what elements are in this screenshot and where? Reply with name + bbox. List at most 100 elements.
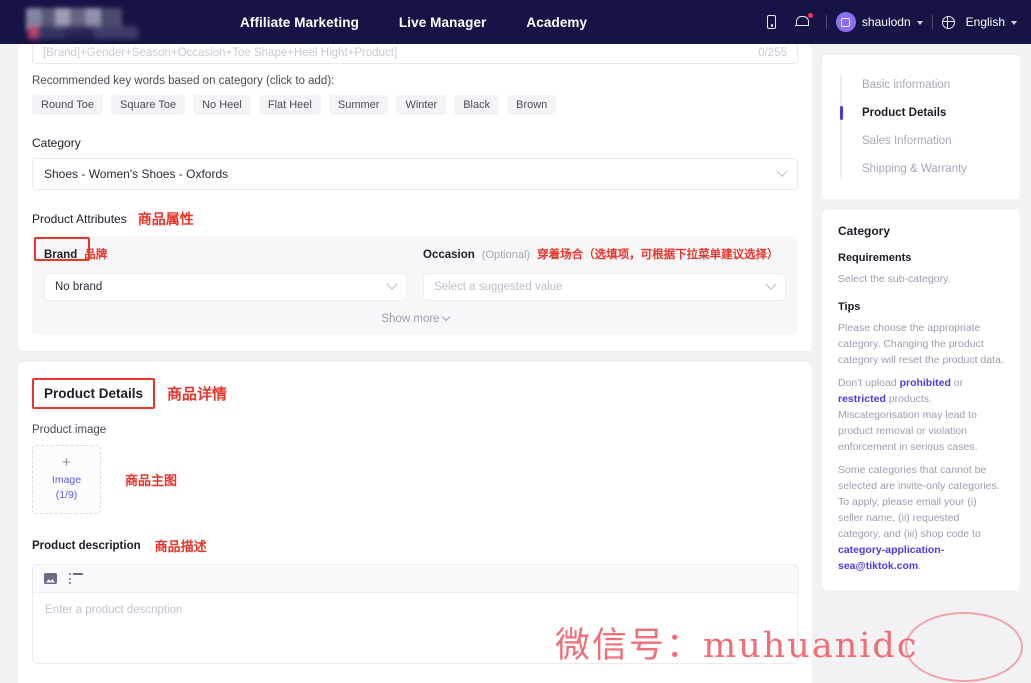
keyword-tag-black[interactable]: Black — [454, 95, 500, 115]
bulleted-list-icon[interactable] — [69, 572, 83, 585]
occasion-label-row: Occasion (Optional) 穿着场合（选填项，可根据下拉菜单建议选择… — [423, 246, 786, 266]
keyword-tag-round-toe[interactable]: Round Toe — [32, 95, 104, 115]
product-details-title: Product Details — [32, 378, 156, 409]
phone-icon — [767, 15, 777, 29]
nav-right-actions: shaulodn English — [757, 0, 1017, 44]
warning-prefix: Don't upload — [838, 377, 900, 389]
user-name-label: shaulodn — [861, 15, 911, 29]
product-description-annotation-cn: 商品描述 — [154, 539, 207, 554]
insert-image-icon[interactable] — [44, 573, 57, 584]
plus-icon: + — [62, 454, 71, 471]
avatar — [835, 12, 856, 32]
keyword-tag-summer[interactable]: Summer — [328, 95, 389, 115]
sidebar-item-shipping-warranty[interactable]: Shipping & Warranty — [840, 155, 1020, 183]
brand-select[interactable]: No brand — [44, 273, 407, 301]
keyword-tag-no-heel[interactable]: No Heel — [193, 95, 251, 115]
invite-period: . — [918, 560, 922, 572]
product-details-heading-row: Product Details 商品详情 — [32, 378, 798, 409]
prohibited-link[interactable]: prohibited — [900, 377, 951, 389]
occasion-select-placeholder: Select a suggested value — [434, 281, 563, 293]
attributes-grid: Brand 品牌 No brand Occasion (Optional) 穿着 — [44, 246, 786, 301]
sidebar-item-product-details[interactable]: Product Details — [840, 99, 1020, 127]
help-tips-text: Please choose the appropriate category. … — [838, 322, 1004, 366]
language-selector[interactable]: English — [941, 15, 1017, 29]
help-invite-text: Some categories that cannot be selected … — [838, 462, 1004, 574]
top-navigation-bar: Affiliate Marketing Live Manager Academy… — [0, 0, 1031, 44]
product-title-input[interactable]: [Brand]+Gender+Season+Occasion+Toe Shape… — [32, 42, 798, 64]
basic-information-card: [Brand]+Gender+Season+Occasion+Toe Shape… — [18, 42, 812, 351]
keyword-tag-square-toe[interactable]: Square Toe — [111, 95, 186, 115]
chevron-down-icon — [441, 312, 450, 322]
product-attributes-heading-row: Product Attributes 商品属性 — [32, 212, 798, 226]
keyword-tag-flat-heel[interactable]: Flat Heel — [258, 95, 321, 115]
occasion-attribute-field: Occasion (Optional) 穿着场合（选填项，可根据下拉菜单建议选择… — [423, 246, 786, 301]
recommended-keywords-label: Recommended key words based on category … — [32, 75, 335, 87]
product-description-label: Product description — [32, 539, 141, 552]
warning-mid: or — [950, 377, 964, 389]
chevron-down-icon — [765, 278, 777, 290]
help-requirements-label: Requirements — [838, 252, 912, 264]
restricted-link[interactable]: restricted — [838, 393, 886, 405]
product-image-annotation-cn: 商品主图 — [125, 473, 178, 488]
product-image-label: Product image — [32, 424, 107, 436]
product-description-editor: Enter a product description — [32, 564, 798, 664]
category-select[interactable]: Shoes - Women's Shoes - Oxfords — [32, 158, 798, 190]
image-upload-count: (1/9) — [55, 489, 78, 501]
product-description-textarea[interactable]: Enter a product description — [33, 593, 797, 663]
invite-text: Some categories that cannot be selected … — [838, 464, 1000, 540]
category-help-card: Category Requirements Select the sub-cat… — [822, 210, 1020, 590]
page-root: Affiliate Marketing Live Manager Academy… — [0, 0, 1031, 683]
brand-select-value: No brand — [55, 281, 103, 293]
category-application-email-link[interactable]: category-application-sea@tiktok.com — [838, 544, 944, 572]
nav-divider — [825, 15, 827, 29]
help-warning-text: Don't upload prohibited or restricted pr… — [838, 375, 1004, 455]
add-product-image-button[interactable]: + Image (1/9) — [32, 445, 101, 514]
sidebar-item-sales-information[interactable]: Sales Information — [840, 127, 1020, 155]
logo-blurred-subtitle — [28, 26, 138, 39]
chevron-down-icon — [386, 278, 398, 290]
product-details-annotation-cn: 商品详情 — [167, 386, 228, 403]
product-attributes-label: Product Attributes — [32, 212, 127, 226]
occasion-select[interactable]: Select a suggested value — [423, 273, 786, 301]
primary-nav-links: Affiliate Marketing Live Manager Academy — [240, 15, 587, 30]
occasion-label: Occasion — [423, 249, 475, 261]
notifications-button[interactable] — [787, 7, 817, 37]
globe-icon — [941, 15, 955, 29]
nav-link-academy[interactable]: Academy — [526, 15, 587, 30]
seller-center-logo[interactable] — [22, 0, 172, 44]
user-menu[interactable]: shaulodn — [835, 12, 923, 32]
occasion-optional-label: (Optional) — [481, 249, 531, 261]
show-more-attributes-button[interactable]: Show more — [44, 312, 786, 325]
brand-label-row: Brand 品牌 — [44, 246, 407, 266]
show-more-label: Show more — [381, 313, 440, 325]
help-title: Category — [838, 224, 891, 238]
category-select-value: Shoes - Women's Shoes - Oxfords — [44, 167, 229, 181]
nav-link-affiliate-marketing[interactable]: Affiliate Marketing — [240, 15, 359, 30]
help-tips-label: Tips — [838, 301, 861, 313]
right-sidebar: Basic information Product Details Sales … — [822, 55, 1020, 590]
product-attributes-annotation-cn: 商品属性 — [137, 211, 194, 227]
mobile-app-button[interactable] — [757, 7, 787, 37]
occasion-annotation-cn: 穿着场合（选填项，可根据下拉菜单建议选择） — [537, 249, 779, 261]
chevron-down-icon — [776, 165, 788, 177]
product-description-heading-row: Product description 商品描述 — [32, 536, 798, 555]
language-label: English — [965, 15, 1005, 29]
image-upload-label: Image — [51, 474, 82, 486]
nav-link-live-manager[interactable]: Live Manager — [399, 15, 486, 30]
product-details-card: Product Details 商品详情 Product image + Ima… — [18, 362, 812, 683]
product-attributes-panel: Brand 品牌 No brand Occasion (Optional) 穿着 — [32, 236, 798, 335]
recommended-keyword-tags: Round Toe Square Toe No Heel Flat Heel S… — [32, 95, 798, 115]
main-content-column: [Brand]+Gender+Season+Occasion+Toe Shape… — [18, 42, 812, 683]
brand-label: Brand — [44, 249, 78, 261]
chevron-down-icon — [916, 20, 923, 25]
brand-annotation-cn: 品牌 — [84, 249, 108, 261]
keyword-tag-winter[interactable]: Winter — [396, 95, 447, 115]
keyword-tag-brown[interactable]: Brown — [507, 95, 557, 115]
sidebar-item-basic-information[interactable]: Basic information — [840, 71, 1020, 99]
product-image-row: + Image (1/9) 商品主图 — [32, 445, 798, 514]
product-title-counter: 0/255 — [758, 47, 787, 59]
chevron-down-icon — [1011, 20, 1017, 25]
help-requirements-text: Select the sub-category. — [838, 273, 951, 285]
section-navigation-card: Basic information Product Details Sales … — [822, 55, 1020, 199]
editor-toolbar — [33, 565, 797, 593]
